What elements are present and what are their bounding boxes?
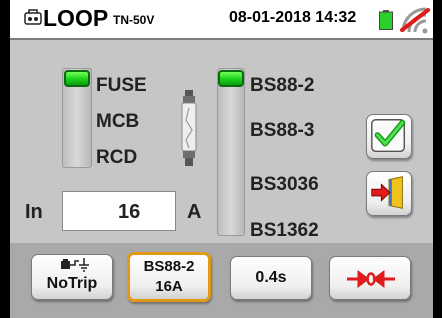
- mode-subtitle: TN-50V: [113, 13, 155, 27]
- exit-door-icon: [371, 176, 403, 209]
- protection-selector[interactable]: [62, 68, 92, 168]
- option-bs1362[interactable]: BS1362: [250, 220, 319, 242]
- checkmark-icon: [371, 119, 406, 153]
- protection-selector-knob[interactable]: [64, 70, 90, 87]
- option-bs88-2[interactable]: BS88-2: [250, 75, 314, 97]
- notrip-button[interactable]: NoTrip: [31, 254, 113, 300]
- option-rcd[interactable]: RCD: [96, 147, 137, 169]
- fuse-setting-current: 16A: [155, 278, 183, 295]
- trip-time-label: 0.4s: [255, 269, 287, 286]
- fuse-setting-type: BS88-2: [143, 258, 195, 275]
- option-fuse[interactable]: FUSE: [96, 75, 147, 97]
- zero-calibration-icon: [347, 270, 395, 288]
- loop-mode-icon: [24, 9, 42, 25]
- exit-button[interactable]: [366, 171, 412, 216]
- nominal-current-unit: A: [187, 201, 202, 223]
- battery-icon: [379, 10, 393, 30]
- fuse-type-selector[interactable]: [217, 68, 245, 236]
- option-bs88-3[interactable]: BS88-3: [250, 120, 314, 142]
- fuse-icon: [181, 90, 197, 166]
- fuse-type-selector-knob[interactable]: [218, 70, 244, 87]
- nominal-current-value[interactable]: 16: [118, 201, 140, 224]
- notrip-label: NoTrip: [46, 275, 98, 292]
- instrument-screen: LOOP TN-50V 08-01-2018 14:32 FUSE MCB RC…: [10, 0, 433, 318]
- date-time: 08-01-2018 14:32: [229, 9, 357, 26]
- option-mcb[interactable]: MCB: [96, 111, 139, 133]
- trip-time-button[interactable]: 0.4s: [230, 256, 312, 300]
- status-bar: LOOP TN-50V 08-01-2018 14:32: [10, 0, 433, 40]
- option-bs3036[interactable]: BS3036: [250, 174, 319, 196]
- no-signal-icon: [400, 7, 430, 34]
- zero-calibration-button[interactable]: [329, 256, 411, 300]
- confirm-button[interactable]: [366, 114, 412, 159]
- nominal-current-label: In: [25, 201, 43, 223]
- fuse-setting-button[interactable]: BS88-2 16A: [127, 252, 211, 302]
- earth-ground-icon: [61, 258, 89, 272]
- mode-title: LOOP: [43, 5, 109, 31]
